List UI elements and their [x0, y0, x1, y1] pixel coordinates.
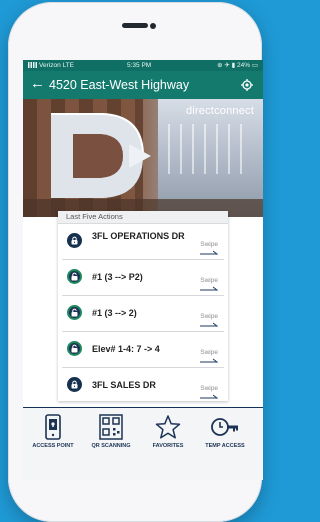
- clock-key-icon: [211, 418, 238, 436]
- action-row[interactable]: 3FL OPERATIONS DR Swipe: [62, 224, 224, 260]
- status-right: ⊕ ✈ ▮ 24% ▭: [217, 62, 258, 69]
- tab-qr-scanning[interactable]: QR SCANNING: [86, 414, 136, 450]
- swipe-hint: Swipe: [200, 313, 218, 320]
- brand-wordmark: directconnect: [185, 105, 254, 117]
- status-bar: Verizon LTE 5:35 PM ⊕ ✈ ▮ 24% ▭: [23, 60, 263, 71]
- bottom-nav: ACCESS POINT QR SCANNING FAVORITES TEMP …: [23, 407, 263, 480]
- app-bar: ← 4520 East-West Highway: [23, 71, 263, 99]
- swipe-arrow-icon: [200, 250, 218, 255]
- tab-label: FAVORITES: [152, 443, 184, 449]
- back-arrow-icon[interactable]: ←: [30, 76, 45, 92]
- star-icon: [155, 415, 181, 439]
- swipe-hint: Swipe: [200, 277, 218, 284]
- action-row[interactable]: #1 (3 --> P2) Swipe: [62, 260, 224, 296]
- swipe-arrow-icon: [200, 286, 218, 291]
- battery-level: 24%: [237, 62, 251, 69]
- speaker-grille: [122, 23, 148, 28]
- tab-favorites[interactable]: FAVORITES: [143, 414, 193, 450]
- building-photo: directconnect: [23, 99, 263, 217]
- swipe-hint: Swipe: [200, 385, 218, 392]
- phone-frame: Verizon LTE 5:35 PM ⊕ ✈ ▮ 24% ▭ ← 4520 E…: [8, 2, 263, 522]
- location-target-icon[interactable]: [241, 79, 253, 91]
- page-title: 4520 East-West Highway: [49, 78, 190, 92]
- swipe-hint: Swipe: [200, 349, 218, 356]
- carrier-label: Verizon LTE: [39, 62, 74, 69]
- tab-label: QR SCANNING: [91, 443, 131, 449]
- action-label: 3FL OPERATIONS DR: [92, 231, 185, 241]
- lock-icon: [67, 377, 82, 392]
- swipe-arrow-icon: [200, 358, 218, 363]
- tab-label: ACCESS POINT: [32, 443, 74, 449]
- action-label: 3FL SALES DR: [92, 380, 156, 390]
- action-label: Elev# 1-4: 7 -> 4: [92, 344, 160, 354]
- unlocked-lock-icon: [67, 341, 82, 356]
- last-actions-card: Last Five Actions 3FL OPERATIONS DR Swip…: [58, 211, 228, 401]
- action-row[interactable]: Elev# 1-4: 7 -> 4 Swipe: [62, 332, 224, 368]
- unlocked-lock-icon: [67, 269, 82, 284]
- signal-icon: [28, 62, 37, 69]
- action-row[interactable]: #1 (3 --> 2) Swipe: [62, 296, 224, 332]
- action-label: #1 (3 --> 2): [92, 308, 137, 318]
- carrier-info: Verizon LTE: [28, 60, 74, 71]
- swipe-arrow-icon: [200, 394, 218, 399]
- action-label: #1 (3 --> P2): [92, 272, 143, 282]
- direct-connect-logo-sculpture: [51, 113, 151, 198]
- qr-code-icon: [99, 414, 123, 440]
- app-screen: Verizon LTE 5:35 PM ⊕ ✈ ▮ 24% ▭ ← 4520 E…: [23, 60, 263, 480]
- swipe-hint: Swipe: [200, 241, 218, 248]
- unlocked-lock-icon: [67, 305, 82, 320]
- front-camera: [150, 23, 156, 29]
- access-point-icon: [45, 414, 61, 440]
- swipe-arrow-icon: [200, 322, 218, 327]
- tab-temp-access[interactable]: TEMP ACCESS: [200, 414, 250, 450]
- status-time: 5:35 PM: [127, 62, 152, 69]
- tab-label: TEMP ACCESS: [205, 443, 245, 449]
- lock-icon: [67, 233, 82, 248]
- last-actions-heading: Last Five Actions: [58, 211, 228, 224]
- tab-access-point[interactable]: ACCESS POINT: [28, 414, 78, 450]
- action-row[interactable]: 3FL SALES DR Swipe: [62, 368, 224, 403]
